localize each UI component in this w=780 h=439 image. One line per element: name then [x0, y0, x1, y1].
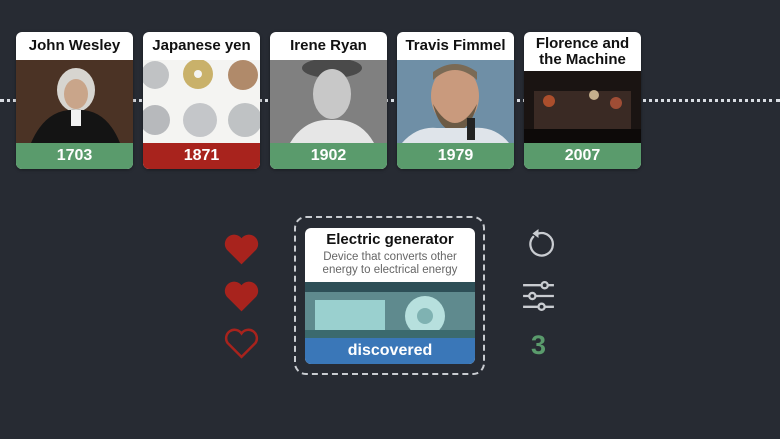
card-title: Florence and the Machine: [535, 34, 630, 68]
current-card-description: Device that converts other energy to ele…: [322, 251, 458, 276]
card-image: [397, 60, 514, 143]
current-card[interactable]: Electric generator Device that converts …: [305, 228, 475, 364]
card-year: 1902: [270, 143, 387, 169]
restart-icon[interactable]: [520, 226, 557, 262]
timeline-card-john-wesley[interactable]: John Wesley 1703: [16, 32, 133, 169]
heart-icon: [224, 234, 259, 265]
timeline-card-japanese-yen[interactable]: Japanese yen 1871: [143, 32, 260, 169]
card-title: Irene Ryan: [290, 37, 367, 54]
card-image: [16, 60, 133, 143]
current-card-title: Electric generator: [326, 231, 454, 248]
card-image: [524, 71, 641, 143]
settings-sliders-icon[interactable]: [520, 280, 557, 312]
card-title: Japanese yen: [152, 37, 251, 54]
current-card-status: discovered: [305, 338, 475, 364]
timeline-card-irene-ryan[interactable]: Irene Ryan 1902: [270, 32, 387, 169]
card-title: Travis Fimmel: [405, 37, 506, 54]
card-year: 1979: [397, 143, 514, 169]
card-image: [143, 60, 260, 143]
card-year: 1871: [143, 143, 260, 169]
score-counter: 3: [530, 330, 547, 360]
timeline-card-florence-and-the-machine[interactable]: Florence and the Machine 2007: [524, 32, 641, 169]
card-year: 2007: [524, 143, 641, 169]
heart-icon: [224, 281, 259, 312]
current-card-image: [305, 282, 475, 338]
heart-icon: [224, 328, 259, 359]
card-image: [270, 60, 387, 143]
card-title: John Wesley: [28, 37, 121, 54]
timeline-card-travis-fimmel[interactable]: Travis Fimmel 1979: [397, 32, 514, 169]
card-year: 1703: [16, 143, 133, 169]
